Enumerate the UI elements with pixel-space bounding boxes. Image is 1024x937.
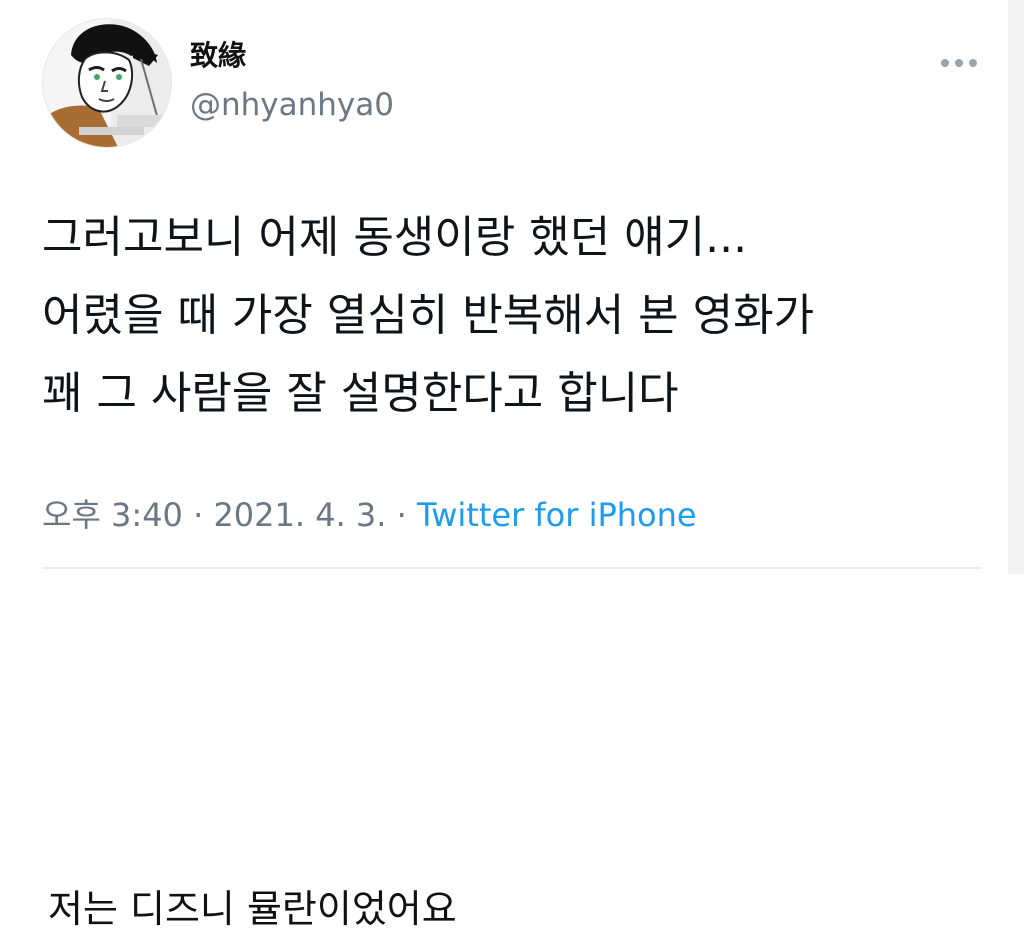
tweet-text: 그러고보니 어제 동생이랑 했던 얘기... 어렸을 때 가장 열심히 반복해서… (42, 199, 972, 433)
display-name[interactable]: 致緣 (190, 39, 246, 73)
tweet-text-line: 어렸을 때 가장 열심히 반복해서 본 영화가 (42, 290, 815, 341)
tweet-meta: 오후 3:40 · 2021. 4. 3. · Twitter for iPho… (42, 492, 697, 538)
meta-separator: · (193, 496, 204, 534)
right-edge-strip (1008, 0, 1024, 574)
more-button[interactable] (936, 46, 982, 80)
meta-separator: · (396, 496, 407, 534)
tweet-date: 2021. 4. 3. (213, 496, 387, 534)
caption-text: 저는 디즈니 뮬란이었어요 (48, 887, 457, 931)
tweet-text-line: 꽤 그 사람을 잘 설명한다고 합니다 (42, 368, 679, 419)
divider (42, 567, 982, 569)
tweet-source-link[interactable]: Twitter for iPhone (417, 496, 697, 534)
avatar-icon (43, 19, 171, 147)
user-handle[interactable]: @nhyanhya0 (190, 86, 394, 124)
tweet-text-line: 그러고보니 어제 동생이랑 했던 얘기... (42, 212, 748, 263)
tweet-card: 致緣 @nhyanhya0 그러고보니 어제 동생이랑 했던 얘기... 어렸을… (0, 0, 1024, 937)
tweet-time: 오후 3:40 (42, 496, 183, 534)
more-horizontal-icon (941, 59, 977, 67)
avatar[interactable] (42, 18, 172, 148)
